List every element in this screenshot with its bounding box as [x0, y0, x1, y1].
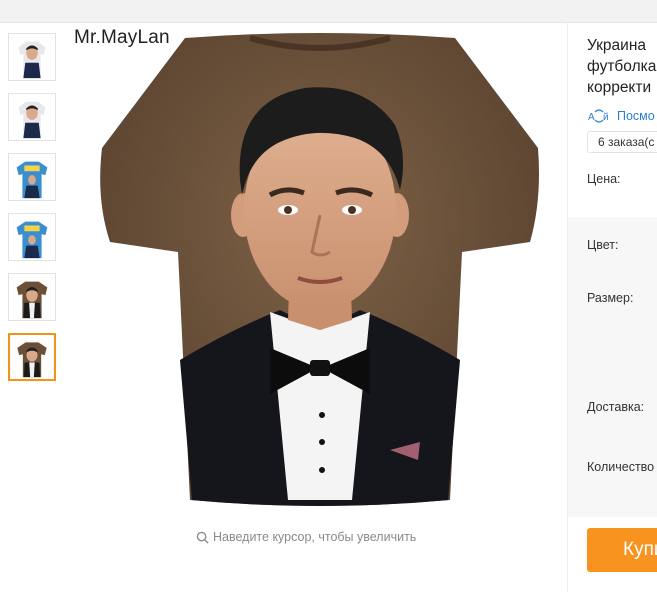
product-title: Украина футболка корректи [587, 35, 657, 98]
thumbnail-4[interactable] [8, 213, 56, 261]
translate-label: Посмо [617, 109, 655, 123]
top-bar [0, 0, 657, 23]
search-icon [196, 531, 209, 544]
thumbnail-5[interactable] [8, 273, 56, 321]
svg-text:й: й [603, 112, 609, 123]
orders-count: 6 заказа(с [587, 131, 657, 153]
size-label: Размер: [587, 291, 634, 305]
tshirt-image [100, 33, 539, 506]
color-label: Цвет: [587, 238, 619, 252]
thumbnail-image [10, 335, 54, 379]
product-title-line-3: корректи [587, 79, 652, 96]
brand-watermark: Mr.MayLan [74, 27, 170, 48]
thumbnail-image [9, 94, 55, 140]
thumbnail-image [9, 214, 55, 260]
thumbnail-image [9, 34, 55, 80]
svg-text:A: A [588, 112, 595, 123]
product-title-line-1: Украина [587, 37, 647, 54]
zoom-hint-text: Наведите курсор, чтобы увеличить [213, 530, 417, 544]
thumbnail-image [9, 154, 55, 200]
product-info-panel: Украина футболка корректи A й Посмо 6 за… [568, 22, 657, 592]
quantity-label: Количество [587, 460, 655, 474]
shipping-label: Доставка: [587, 400, 645, 414]
zoom-hint: Наведите курсор, чтобы увеличить [196, 530, 416, 544]
translate-link[interactable]: A й Посмо [587, 108, 655, 124]
main-product-image[interactable] [90, 30, 550, 510]
thumbnail-6-selected[interactable] [8, 333, 56, 381]
product-title-line-2: футболка [587, 58, 657, 75]
translate-icon: A й [588, 109, 609, 123]
thumbnail-3[interactable] [8, 153, 56, 201]
thumbnail-2[interactable] [8, 93, 56, 141]
price-label: Цена: [587, 172, 621, 186]
buy-now-button[interactable]: Купи [587, 528, 657, 572]
thumbnail-1[interactable] [8, 33, 56, 81]
thumbnail-image [9, 274, 55, 320]
